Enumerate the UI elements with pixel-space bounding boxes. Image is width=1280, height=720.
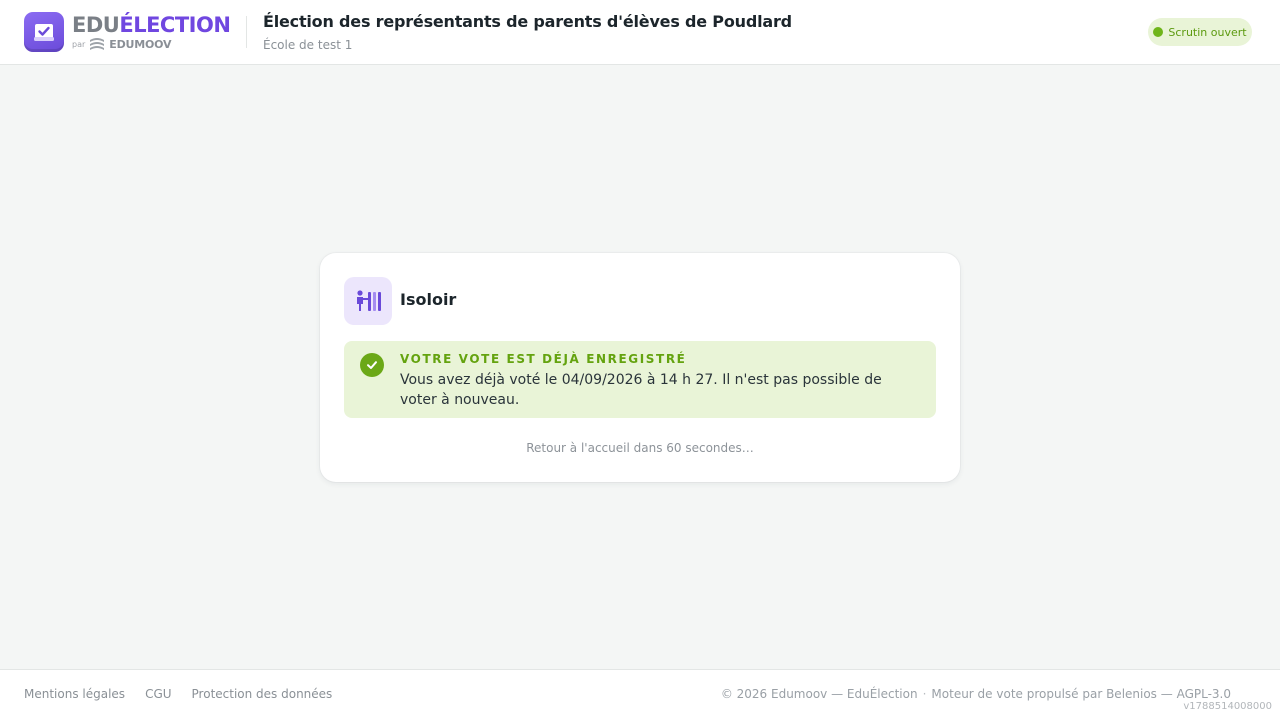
edumoov-logo-icon (90, 38, 105, 50)
by-edumoov: par EDUMOOV (72, 36, 172, 52)
status-badge: Scrutin ouvert (1148, 18, 1252, 46)
card-title: Isoloir (400, 290, 457, 309)
redirect-countdown: Retour à l'accueil dans 60 secondes… (526, 441, 754, 455)
edumoov-brand: EDUMOOV (109, 37, 172, 51)
vote-recorded-alert: VOTRE VOTE EST DÉJÀ ENREGISTRÉ Vous avez… (344, 341, 936, 418)
wordmark-election: ÉLECTION (119, 13, 231, 37)
app-wordmark[interactable]: EDUÉLECTION (72, 13, 231, 37)
school-name: École de test 1 (263, 38, 353, 52)
alert-heading: VOTRE VOTE EST DÉJÀ ENREGISTRÉ (400, 352, 687, 366)
terms-link[interactable]: CGU (145, 687, 171, 701)
par-label: par (72, 39, 86, 49)
footer-separator: · (922, 687, 927, 701)
privacy-link[interactable]: Protection des données (192, 687, 333, 701)
app-header: EDUÉLECTION par EDUMOOV Élection des rep… (0, 0, 1280, 65)
voting-booth-card: Isoloir VOTRE VOTE EST DÉJÀ ENREGISTRÉ V… (320, 253, 960, 482)
engine-credit: Moteur de vote propulsé par Belenios — A… (931, 687, 1231, 701)
status-dot-icon (1153, 27, 1164, 37)
alert-body: Vous avez déjà voté le 04/09/2026 à 14 h… (400, 372, 882, 408)
app-footer: Mentions légales CGU Protection des donn… (0, 669, 1280, 720)
wordmark-edu: EDU (72, 13, 120, 37)
footer-credits: © 2026 Edumoov — EduÉlection · Moteur de v… (721, 687, 1231, 701)
status-label: Scrutin ouvert (1168, 25, 1247, 39)
check-circle-icon (360, 353, 384, 377)
footer-links: Mentions légales CGU Protection des donn… (24, 687, 332, 701)
ballot-check-icon (34, 24, 54, 41)
election-title: Élection des représentants de parents d'… (263, 12, 792, 31)
legal-notice-link[interactable]: Mentions légales (24, 687, 125, 701)
edu-election-logo-icon[interactable] (24, 12, 64, 52)
version-label: v1788514008000 (1183, 701, 1272, 712)
header-divider (246, 16, 247, 48)
copyright-text: © 2026 Edumoov — EduÉlection (720, 687, 918, 701)
voting-booth-icon (344, 277, 392, 325)
